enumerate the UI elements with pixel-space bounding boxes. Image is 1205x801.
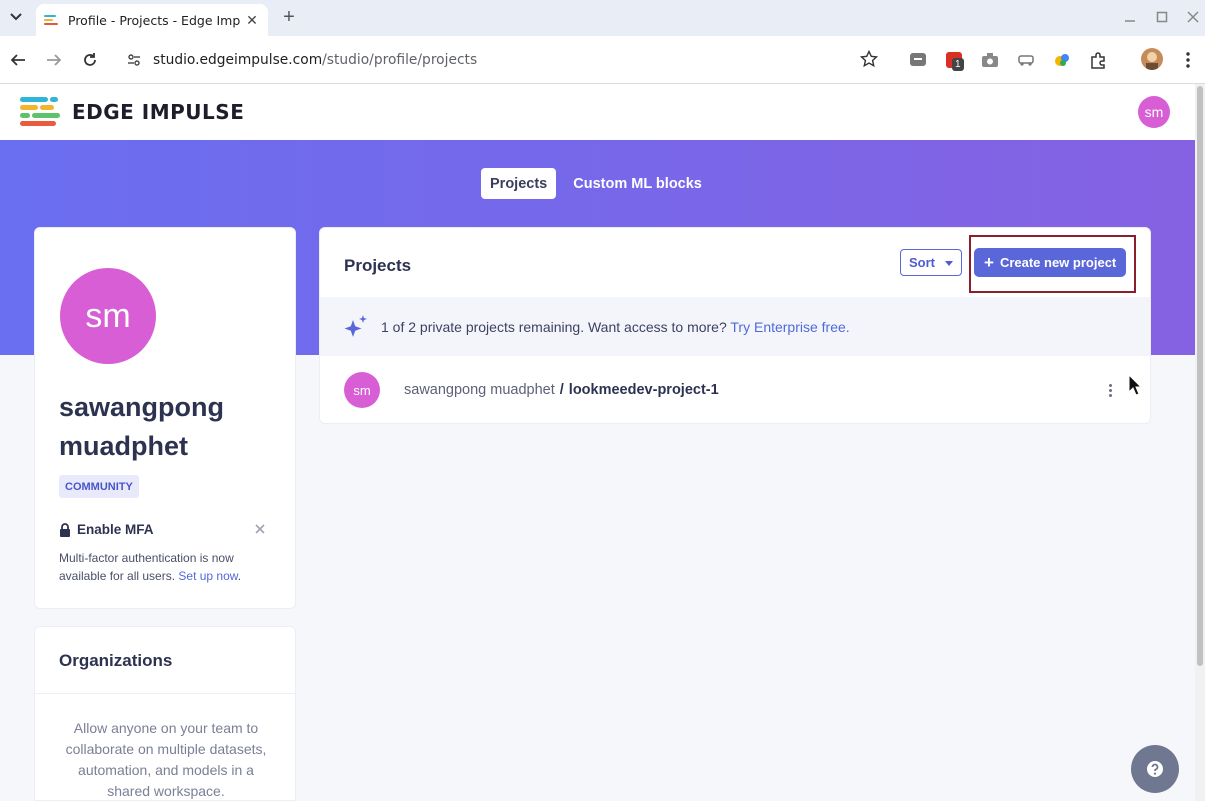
lock-icon	[60, 522, 70, 537]
plus-icon: +	[984, 253, 994, 272]
color-extension-icon[interactable]	[1052, 50, 1072, 70]
bookmark-star-icon[interactable]	[859, 49, 879, 73]
app-header: EDGE IMPULSE sm	[0, 84, 1195, 140]
extension-badge: 1	[952, 58, 964, 71]
profile-avatar: sm	[60, 268, 156, 364]
logo-bars-icon	[20, 97, 62, 127]
mouse-cursor-icon	[1128, 373, 1143, 401]
organizations-title: Organizations	[59, 651, 173, 670]
arrow-left-icon	[10, 54, 25, 66]
chevron-down-icon	[10, 13, 22, 21]
site-info-icon[interactable]	[122, 48, 146, 72]
browser-tabstrip: Profile - Projects - Edge Imp ✕ +	[0, 0, 1205, 36]
logo-text: EDGE IMPULSE	[72, 100, 245, 124]
profile-tabs: Projects Custom ML blocks	[481, 168, 711, 199]
minimize-icon[interactable]	[1121, 8, 1139, 26]
create-label: Create new project	[999, 255, 1117, 270]
project-owner-avatar: sm	[344, 372, 380, 408]
forward-button[interactable]	[42, 48, 66, 72]
create-new-project-button[interactable]: + Create new project	[974, 248, 1126, 277]
sort-label: Sort	[909, 255, 935, 270]
url-text: studio.edgeimpulse.com/studio/profile/pr…	[153, 52, 477, 68]
user-avatar[interactable]: sm	[1138, 96, 1170, 128]
close-icon[interactable]	[254, 522, 268, 538]
chat-extension-icon[interactable]	[908, 50, 928, 70]
projects-title: Projects	[344, 256, 412, 275]
project-row[interactable]: sm sawangpong muadphet / lookmeedev-projec…	[320, 356, 1150, 424]
camera-extension-icon[interactable]	[980, 50, 1000, 70]
caret-down-icon	[945, 261, 953, 266]
profile-name: sawangpong muadphet	[59, 392, 225, 461]
url-host: studio.edgeimpulse.com	[153, 52, 323, 68]
profile-card: sm sawangpong muadphet COMMUNITY Enable …	[34, 227, 296, 609]
projects-panel: Projects Sort + Create new project 1 of …	[319, 227, 1151, 424]
notice-message: 1 of 2 private projects remaining. Want …	[381, 318, 727, 335]
project-separator: /	[559, 382, 564, 398]
browser-menu-icon[interactable]	[1178, 50, 1198, 70]
page-scrollbar[interactable]	[1195, 84, 1205, 801]
notice-text: 1 of 2 private projects remaining. Want …	[381, 319, 850, 335]
tab-custom-ml-blocks[interactable]: Custom ML blocks	[564, 168, 711, 199]
arrow-right-icon	[47, 54, 62, 66]
kebab-menu-icon[interactable]	[1106, 380, 1114, 400]
question-icon	[1147, 761, 1163, 777]
close-window-icon[interactable]	[1184, 8, 1202, 26]
project-path[interactable]: sawangpong muadphet / lookmeedev-project-1	[404, 382, 719, 398]
browser-tab-active[interactable]: Profile - Projects - Edge Imp ✕	[36, 4, 268, 36]
private-projects-notice: 1 of 2 private projects remaining. Want …	[320, 297, 1150, 356]
new-tab-button[interactable]: +	[278, 6, 300, 28]
address-bar[interactable]: studio.edgeimpulse.com/studio/profile/pr…	[112, 42, 892, 78]
project-name: lookmeedev-project-1	[568, 382, 719, 398]
maximize-icon[interactable]	[1153, 8, 1171, 26]
tab-search-button[interactable]	[4, 6, 28, 28]
mfa-description: Multi-factor authentication is now avail…	[59, 549, 274, 585]
help-button[interactable]	[1131, 745, 1179, 793]
edge-impulse-favicon-icon	[44, 12, 60, 28]
enterprise-link[interactable]: Try Enterprise free.	[730, 319, 849, 335]
organizations-card: Organizations Allow anyone on your team …	[34, 626, 296, 801]
sparkles-icon	[344, 314, 367, 337]
scroll-thumb[interactable]	[1197, 86, 1203, 666]
project-owner: sawangpong muadphet	[404, 382, 555, 398]
mfa-title: Enable MFA	[59, 522, 154, 537]
browser-toolbar: studio.edgeimpulse.com/studio/profile/pr…	[0, 36, 1205, 84]
divider	[35, 693, 295, 694]
organizations-description: Allow anyone on your team to collaborate…	[65, 720, 267, 799]
mfa-title-text: Enable MFA	[77, 522, 154, 537]
puzzle-extensions-icon[interactable]	[1088, 50, 1108, 70]
tab-close-icon[interactable]: ✕	[244, 12, 260, 28]
car-extension-icon[interactable]	[1016, 50, 1036, 70]
mfa-setup-link[interactable]: Set up now	[178, 569, 237, 583]
tab-title: Profile - Projects - Edge Imp	[68, 12, 241, 28]
mfa-period: .	[237, 569, 242, 583]
reload-button[interactable]	[78, 48, 102, 72]
reload-icon	[84, 53, 96, 66]
plan-badge: COMMUNITY	[59, 475, 139, 498]
url-path: /studio/profile/projects	[322, 52, 478, 68]
back-button[interactable]	[6, 48, 30, 72]
profile-avatar-icon[interactable]	[1141, 48, 1163, 70]
tab-projects[interactable]: Projects	[481, 168, 557, 199]
sort-button[interactable]: Sort	[900, 249, 962, 276]
edge-impulse-logo[interactable]: EDGE IMPULSE	[20, 97, 244, 127]
red-extension-icon[interactable]: 1	[944, 50, 964, 71]
